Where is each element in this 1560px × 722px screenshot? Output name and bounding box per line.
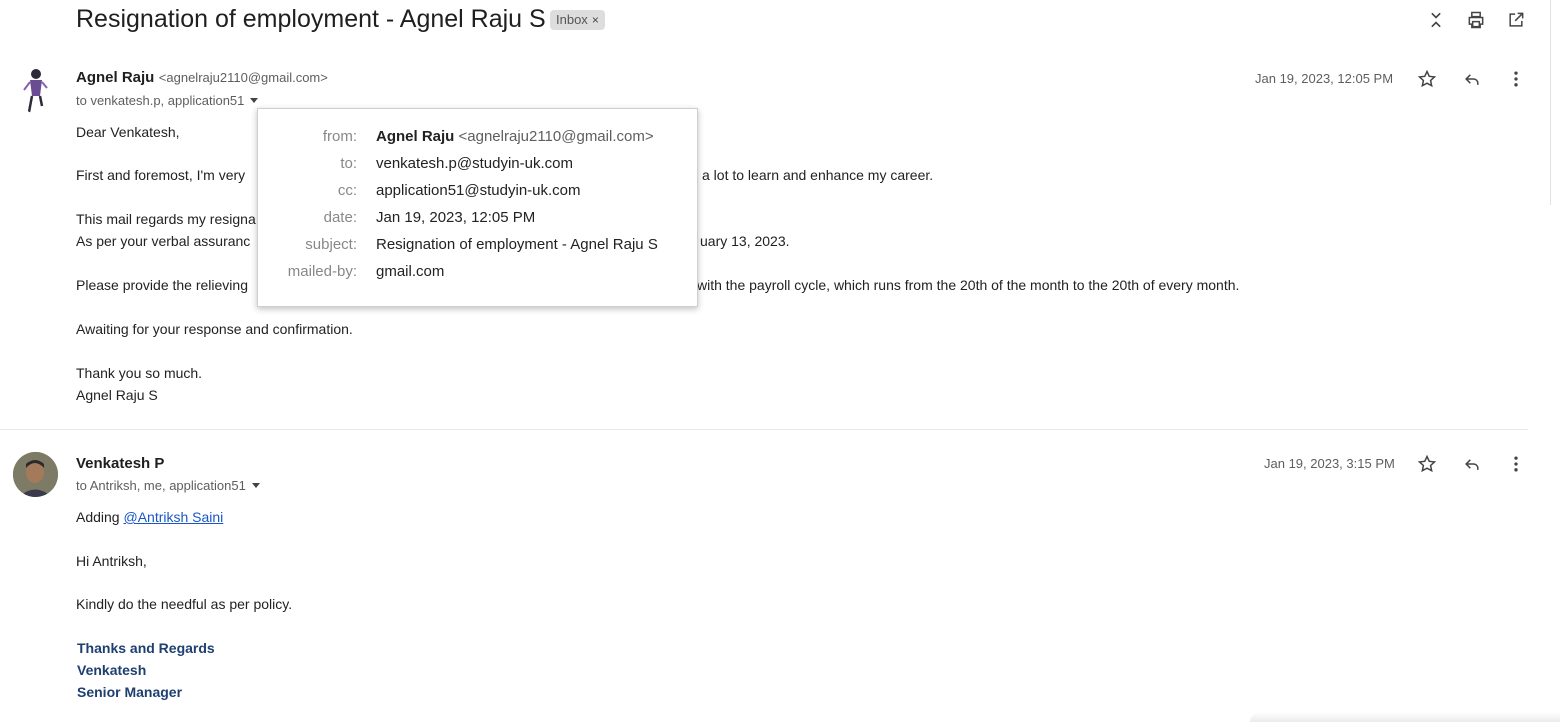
show-details-dropdown-icon[interactable]: [250, 98, 259, 103]
more-options-icon[interactable]: [1502, 450, 1530, 478]
from-name: Agnel Raju: [376, 128, 455, 145]
sender-avatar-venkatesh[interactable]: [13, 452, 58, 497]
from-email: <agnelraju2110@gmail.com>: [458, 128, 654, 145]
cc-value: application51@studyin-uk.com: [376, 182, 581, 199]
message2-adding-line: Adding @Antriksh Saini: [76, 509, 223, 525]
message2-p1: Kindly do the needful as per policy.: [76, 596, 293, 612]
message2-sender-name[interactable]: Venkatesh P: [76, 455, 164, 472]
recipients-text: to Antriksh, me, application51: [76, 478, 246, 493]
label-text: Inbox: [556, 12, 588, 27]
message-divider: [0, 429, 1528, 430]
message1-p2-left: This mail regards my resigna: [76, 211, 256, 227]
mailed-by-value: gmail.com: [376, 263, 445, 280]
message1-p1-right: a lot to learn and enhance my career.: [702, 167, 934, 183]
message1-closing: Thank you so much.: [76, 365, 203, 381]
cc-label: cc:: [337, 182, 357, 199]
message1-sender: Agnel Raju <agnelraju2110@gmail.com>: [76, 69, 328, 87]
subject-value: Resignation of employment - Agnel Raju S: [376, 236, 658, 253]
from-label: from:: [322, 128, 357, 145]
to-value: venkatesh.p@studyin-uk.com: [376, 155, 573, 172]
message1-p5: Awaiting for your response and confirmat…: [76, 321, 353, 337]
inbox-label-chip[interactable]: Inbox ×: [550, 10, 605, 30]
date-value: Jan 19, 2023, 12:05 PM: [376, 209, 536, 226]
message1-p1-left: First and foremost, I'm very: [76, 167, 246, 183]
scrollbar[interactable]: [1550, 0, 1559, 205]
signature-line-2: Venkatesh: [77, 662, 147, 678]
message1-p4-left: Please provide the relieving: [76, 277, 248, 293]
bottom-right-shade: [1250, 712, 1560, 722]
print-icon[interactable]: [1462, 6, 1490, 34]
adding-text: Adding: [76, 509, 120, 525]
collapse-all-icon[interactable]: [1422, 6, 1450, 34]
show-details-dropdown-icon[interactable]: [251, 483, 260, 488]
to-label: to:: [340, 155, 357, 172]
more-options-icon[interactable]: [1502, 65, 1530, 93]
message1-date: Jan 19, 2023, 12:05 PM: [1255, 71, 1394, 86]
signature-line-1: Thanks and Regards: [77, 640, 215, 656]
reply-icon[interactable]: [1458, 65, 1486, 93]
message1-p4-right: with the payroll cycle, which runs from …: [697, 277, 1240, 293]
star-icon[interactable]: [1413, 450, 1441, 478]
remove-label-icon[interactable]: ×: [592, 13, 599, 27]
sender-name[interactable]: Agnel Raju: [76, 69, 154, 86]
reply-icon[interactable]: [1458, 450, 1486, 478]
message1-p3-left: As per your verbal assuranc: [76, 233, 251, 249]
sender-avatar-agnel[interactable]: [20, 66, 50, 114]
recipients-text: to venkatesh.p, application51: [76, 93, 245, 108]
date-label: date:: [323, 209, 357, 226]
open-in-new-window-icon[interactable]: [1502, 6, 1530, 34]
signature-line-3: Senior Manager: [77, 684, 183, 700]
message-details-popup: from: Agnel Raju <agnelraju2110@gmail.co…: [257, 108, 698, 307]
message2-recipients: to Antriksh, me, application51: [76, 478, 260, 493]
message2-date: Jan 19, 2023, 3:15 PM: [1264, 456, 1395, 471]
message2-greeting: Hi Antriksh,: [76, 553, 147, 569]
message1-recipients: to venkatesh.p, application51: [76, 93, 259, 108]
subject-label: subject:: [305, 236, 357, 253]
message1-p3-right: uary 13, 2023.: [700, 233, 790, 249]
mailed-by-label: mailed-by:: [287, 263, 357, 280]
mention-link[interactable]: @Antriksh Saini: [123, 509, 223, 525]
sender-email: <agnelraju2110@gmail.com>: [158, 70, 328, 85]
star-icon[interactable]: [1413, 65, 1441, 93]
message1-greeting: Dear Venkatesh,: [76, 124, 180, 140]
thread-subject: Resignation of employment - Agnel Raju S: [76, 5, 546, 33]
message1-signature: Agnel Raju S: [76, 387, 158, 403]
